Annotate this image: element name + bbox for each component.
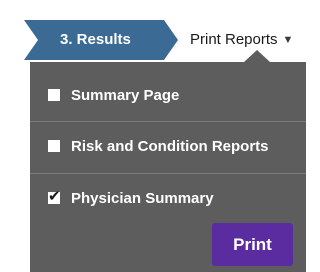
- dropdown-pointer: [244, 50, 270, 62]
- app-root: 3. Results Print Reports ▼ Summary Page R…: [0, 0, 314, 272]
- step-tab-results[interactable]: 3. Results: [24, 20, 178, 60]
- option-summary-page[interactable]: Summary Page: [48, 86, 179, 106]
- print-button[interactable]: Print: [212, 223, 293, 266]
- menu-divider: [30, 121, 306, 122]
- step-tab-label: 3. Results: [60, 31, 131, 48]
- summary-page-label: Summary Page: [71, 87, 180, 104]
- checkmark-icon: ✔: [48, 187, 61, 205]
- print-reports-menu: Summary Page Risk and Condition Reports …: [30, 62, 306, 272]
- print-reports-label: Print Reports: [190, 31, 278, 48]
- caret-down-icon: ▼: [282, 34, 294, 46]
- physician-summary-label: Physician Summary: [71, 190, 214, 207]
- risk-condition-checkbox[interactable]: [48, 140, 60, 152]
- option-risk-condition-reports[interactable]: Risk and Condition Reports: [48, 137, 269, 157]
- summary-page-checkbox[interactable]: [48, 89, 60, 101]
- physician-summary-checkbox[interactable]: ✔: [48, 188, 61, 204]
- menu-divider: [30, 173, 306, 174]
- risk-condition-label: Risk and Condition Reports: [71, 138, 269, 155]
- option-physician-summary[interactable]: ✔ Physician Summary: [48, 188, 214, 209]
